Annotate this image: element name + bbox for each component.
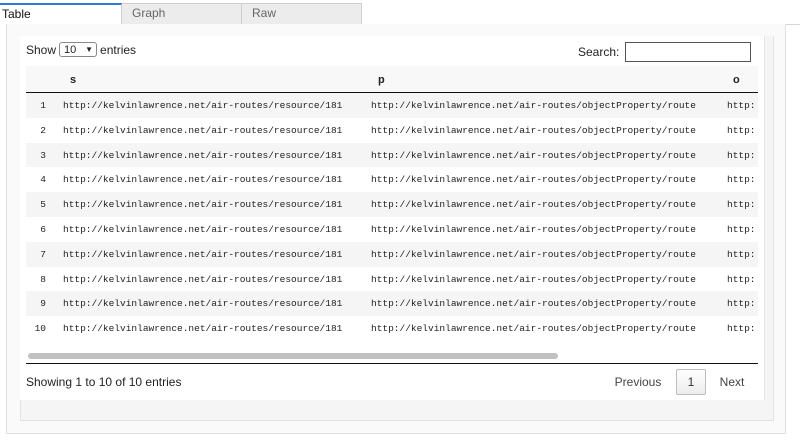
- column-header-s[interactable]: s: [70, 74, 76, 86]
- entries-length-control: Show 10 ▼ entries: [26, 42, 136, 57]
- cell-p: http://kelvinlawrence.net/air-routes/obj…: [371, 199, 696, 211]
- entries-select[interactable]: 10 ▼: [59, 42, 98, 57]
- cell-s: http://kelvinlawrence.net/air-routes/res…: [63, 298, 343, 310]
- search-input[interactable]: [625, 42, 752, 62]
- cell-o: http:: [727, 199, 756, 211]
- cell-s: http://kelvinlawrence.net/air-routes/res…: [63, 149, 343, 161]
- row-number: 4: [40, 174, 46, 186]
- table-info: Showing 1 to 10 of 10 entries: [26, 375, 182, 389]
- chevron-down-icon: ▼: [85, 45, 94, 54]
- row-number: 3: [40, 149, 46, 161]
- cell-o: http:: [727, 273, 756, 285]
- search-control: Search:: [578, 42, 752, 62]
- cell-p: http://kelvinlawrence.net/air-routes/obj…: [371, 124, 696, 136]
- page-1-button[interactable]: 1: [676, 369, 706, 395]
- table-row: 3 http://kelvinlawrence.net/air-routes/r…: [26, 142, 758, 168]
- row-number: 7: [40, 248, 46, 260]
- row-number: 5: [40, 199, 46, 211]
- table-row: 4 http://kelvinlawrence.net/air-routes/r…: [26, 167, 758, 192]
- cell-p: http://kelvinlawrence.net/air-routes/obj…: [371, 273, 696, 285]
- table-row: 9 http://kelvinlawrence.net/air-routes/r…: [26, 291, 758, 317]
- cell-s: http://kelvinlawrence.net/air-routes/res…: [63, 199, 343, 211]
- cell-p: http://kelvinlawrence.net/air-routes/obj…: [371, 149, 696, 161]
- horizontal-scrollbar[interactable]: [28, 353, 558, 359]
- table-row: 2 http://kelvinlawrence.net/air-routes/r…: [26, 118, 758, 143]
- table-row: 5 http://kelvinlawrence.net/air-routes/r…: [26, 192, 758, 217]
- cell-o: http:: [727, 149, 756, 161]
- previous-page-button[interactable]: Previous: [606, 375, 670, 389]
- cell-s: http://kelvinlawrence.net/air-routes/res…: [63, 124, 343, 136]
- cell-s: http://kelvinlawrence.net/air-routes/res…: [63, 273, 343, 285]
- tab-raw[interactable]: Raw: [242, 3, 362, 25]
- table-row: 1 http://kelvinlawrence.net/air-routes/r…: [26, 93, 758, 118]
- cell-p: http://kelvinlawrence.net/air-routes/obj…: [371, 323, 696, 335]
- table-row: 7 http://kelvinlawrence.net/air-routes/r…: [26, 241, 758, 267]
- tab-bar: Table Graph Raw: [0, 3, 362, 25]
- column-header-p[interactable]: p: [378, 74, 385, 86]
- cell-o: http:: [727, 100, 756, 111]
- table-body: 1 http://kelvinlawrence.net/air-routes/r…: [26, 93, 758, 351]
- entries-label: entries: [100, 42, 137, 57]
- column-header-o[interactable]: o: [733, 74, 740, 86]
- tab-graph[interactable]: Graph: [122, 3, 242, 25]
- cell-p: http://kelvinlawrence.net/air-routes/obj…: [371, 248, 696, 260]
- table-row: 10 http://kelvinlawrence.net/air-routes/…: [26, 316, 758, 341]
- show-label: Show: [26, 42, 57, 57]
- entries-select-value: 10: [64, 43, 77, 56]
- cell-p: http://kelvinlawrence.net/air-routes/obj…: [371, 174, 696, 186]
- cell-o: http:: [727, 124, 756, 136]
- row-number: 2: [40, 124, 46, 136]
- row-number: 10: [34, 323, 46, 335]
- search-label: Search:: [578, 45, 620, 59]
- cell-s: http://kelvinlawrence.net/air-routes/res…: [63, 223, 343, 235]
- table-bottom-rule: [26, 363, 758, 364]
- cell-s: http://kelvinlawrence.net/air-routes/res…: [63, 248, 343, 260]
- table-header: s p o: [26, 66, 758, 93]
- cell-o: http:: [727, 323, 756, 335]
- row-number: 8: [40, 273, 46, 285]
- cell-s: http://kelvinlawrence.net/air-routes/res…: [63, 323, 343, 335]
- row-number: 6: [40, 223, 46, 235]
- cell-s: http://kelvinlawrence.net/air-routes/res…: [63, 100, 343, 111]
- cell-p: http://kelvinlawrence.net/air-routes/obj…: [371, 298, 696, 310]
- cell-s: http://kelvinlawrence.net/air-routes/res…: [63, 174, 343, 186]
- cell-o: http:: [727, 174, 756, 186]
- row-number: 9: [40, 298, 46, 310]
- cell-o: http:: [727, 298, 756, 310]
- table-row: 8 http://kelvinlawrence.net/air-routes/r…: [26, 267, 758, 292]
- cell-o: http:: [727, 248, 756, 260]
- cell-o: http:: [727, 223, 756, 235]
- next-page-button[interactable]: Next: [712, 375, 752, 389]
- cell-p: http://kelvinlawrence.net/air-routes/obj…: [371, 100, 696, 111]
- cell-p: http://kelvinlawrence.net/air-routes/obj…: [371, 223, 696, 235]
- pagination: Previous 1 Next: [606, 368, 752, 396]
- table-row: 6 http://kelvinlawrence.net/air-routes/r…: [26, 217, 758, 242]
- tab-table[interactable]: Table: [0, 3, 122, 25]
- row-number: 1: [40, 100, 46, 111]
